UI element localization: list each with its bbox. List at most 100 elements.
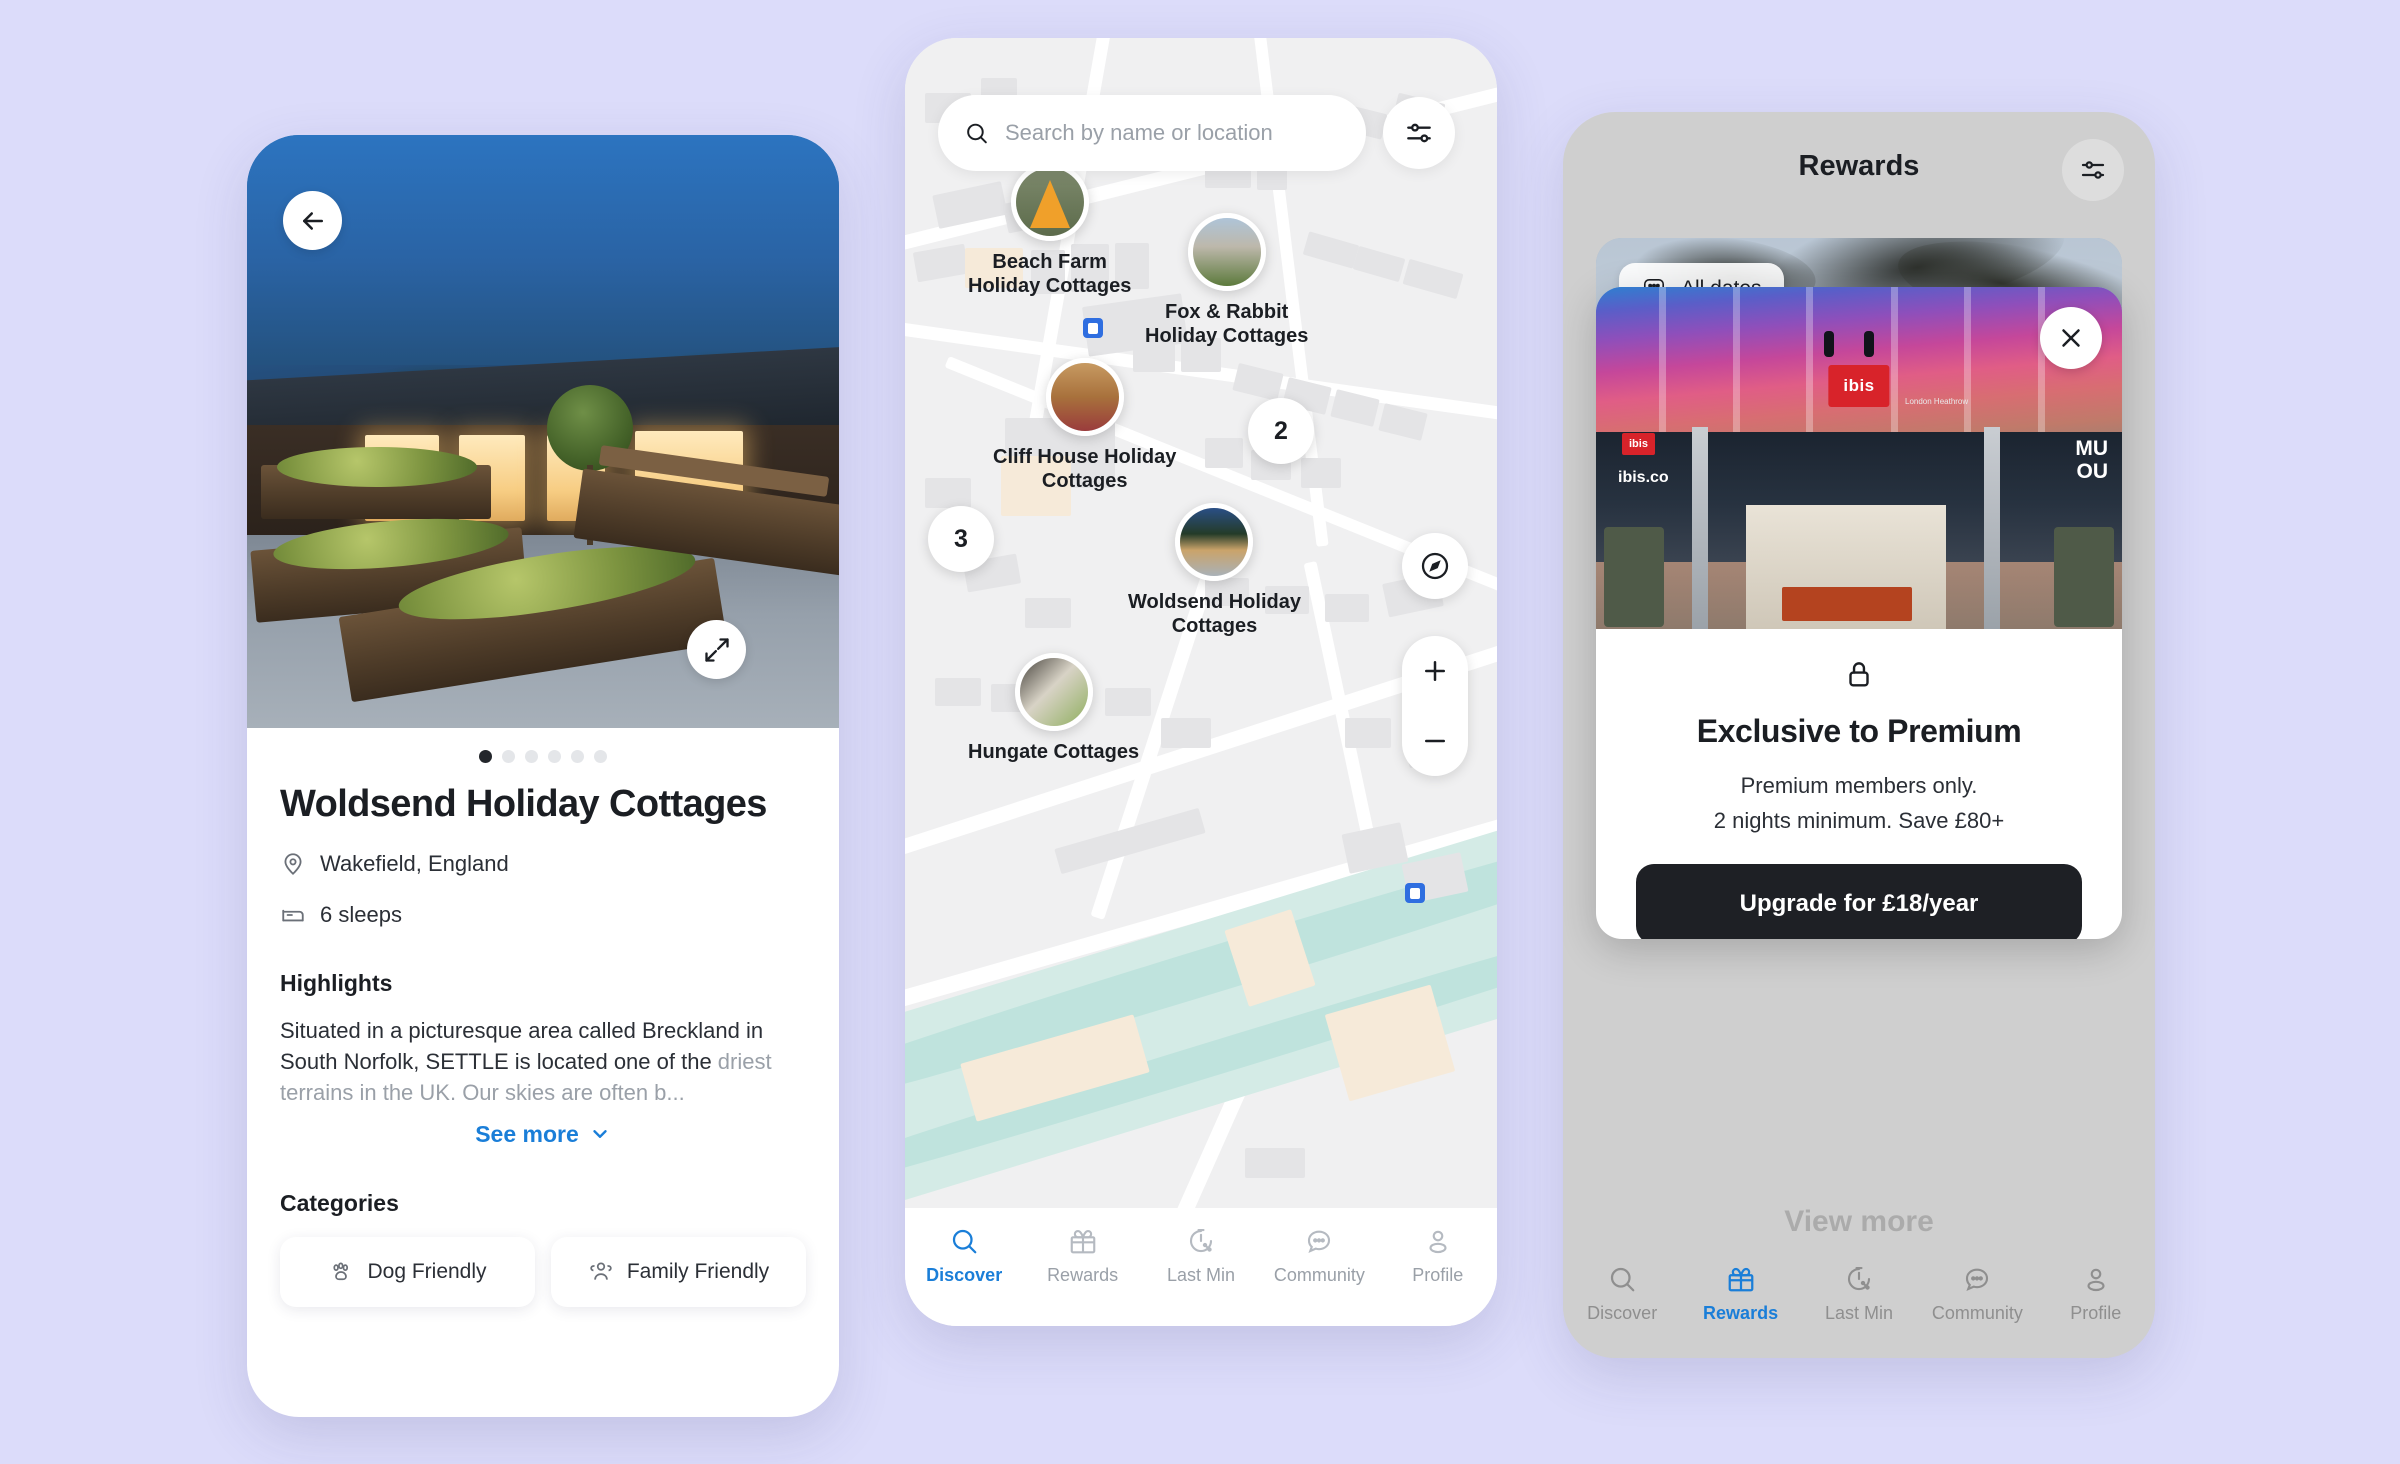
see-more-button[interactable]: See more [280, 1121, 806, 1148]
map-zoom-controls[interactable] [1402, 636, 1468, 776]
pin-label-line1: Cliff House Holiday [993, 446, 1177, 468]
gift-icon [1728, 1267, 1753, 1292]
figure-silhouette [1864, 331, 1874, 357]
pin-thumbnail [1010, 163, 1089, 241]
zoom-in-button[interactable] [1402, 636, 1468, 706]
people-icon [590, 1262, 612, 1280]
chat-bubble-icon [1308, 1230, 1331, 1253]
hotel-side-signage: MU OU [2075, 437, 2108, 484]
map-pin-fox-rabbit[interactable]: Fox & Rabbit Holiday Cottages [1145, 213, 1308, 348]
category-label: Dog Friendly [367, 1259, 487, 1283]
person-icon [1429, 1230, 1447, 1254]
expand-arrows-icon [704, 637, 729, 662]
gallery-dots[interactable] [247, 728, 839, 771]
map-pin-woldsend[interactable]: Woldsend Holiday Cottages [1128, 503, 1301, 638]
bottom-tab-bar[interactable]: Discover Rewards Last Min Community Prof… [905, 1208, 1497, 1326]
category-label: Family Friendly [626, 1259, 770, 1283]
search-bar[interactable] [938, 95, 1366, 171]
tab-discover[interactable]: Discover [1572, 1264, 1672, 1324]
expand-image-button[interactable] [687, 620, 746, 679]
filter-button[interactable] [2062, 139, 2124, 201]
search-icon [953, 1229, 977, 1254]
compass-button[interactable] [1402, 533, 1468, 599]
sliders-icon [2081, 161, 2105, 179]
pin-label-line2: Cottages [1041, 470, 1128, 492]
map-pin-cliff-house[interactable]: Cliff House Holiday Cottages [993, 358, 1176, 493]
page-title: Rewards [1798, 149, 1920, 182]
map-pin-beach-farm[interactable]: Beach Farm Holiday Cottages [968, 163, 1131, 298]
sleeps-row: 6 sleeps [280, 902, 806, 928]
cluster-count: 3 [954, 524, 968, 553]
tab-label: Community [1273, 1265, 1365, 1285]
map-cluster-badge[interactable]: 2 [1248, 398, 1314, 464]
gallery-dot[interactable] [502, 750, 515, 763]
pin-label-line1: Hungate Cottages [968, 741, 1140, 763]
premium-upsell-modal: ibis London Heathrow ibis ibis.co MUOU [1596, 287, 2122, 939]
close-button[interactable] [2040, 307, 2102, 369]
tab-label: Rewards [1703, 1303, 1779, 1323]
bed-icon [282, 909, 304, 922]
phone-rewards: Rewards All dates [1563, 112, 2155, 1358]
gift-icon [1070, 1229, 1095, 1254]
tab-rewards[interactable]: Rewards [1033, 1226, 1133, 1286]
tab-last-min[interactable]: Last Min [1809, 1264, 1909, 1324]
tab-profile[interactable]: Profile [2046, 1264, 2146, 1324]
sleeps-text: 6 sleeps [320, 902, 402, 927]
search-input[interactable] [1004, 120, 1340, 146]
gallery-dot[interactable] [594, 750, 607, 763]
ibis-small-badge: ibis [1622, 433, 1655, 455]
modal-heading: Exclusive to Premium [1696, 713, 2022, 749]
location-row: Wakefield, England [280, 851, 806, 877]
pin-label-line2: Holiday Cottages [1145, 325, 1309, 347]
search-icon [967, 123, 987, 144]
category-chip-family-friendly[interactable]: Family Friendly [551, 1236, 806, 1307]
categories-row: Dog Friendly Family Friendly [280, 1236, 806, 1307]
tab-community[interactable]: Community [1927, 1264, 2027, 1324]
zoom-out-button[interactable] [1402, 706, 1468, 776]
tab-profile[interactable]: Profile [1388, 1226, 1488, 1286]
map-pin-hungate[interactable]: Hungate Cottages [968, 653, 1139, 764]
pin-label: Hungate Cottages [968, 740, 1139, 764]
entrance-mat [1782, 587, 1912, 621]
modal-line-1: Premium members only. [1740, 773, 1978, 798]
map-cluster-badge[interactable]: 3 [928, 506, 994, 572]
tab-label: Discover [1587, 1303, 1658, 1323]
tab-label: Last Min [1824, 1303, 1893, 1323]
back-button[interactable] [283, 191, 342, 250]
gallery-dot[interactable] [548, 750, 561, 763]
pin-label: Cliff House Holiday Cottages [993, 445, 1176, 493]
tab-label: Profile [1412, 1265, 1464, 1285]
upgrade-button[interactable]: Upgrade for £18/year [1636, 864, 2082, 939]
tab-rewards[interactable]: Rewards [1691, 1264, 1791, 1324]
filter-button[interactable] [1383, 97, 1455, 169]
map-canvas[interactable]: Beach Farm Holiday Cottages Fox & Rabbit… [905, 38, 1497, 1326]
tab-label: Profile [2070, 1303, 2122, 1323]
listing-hero-image [247, 135, 839, 728]
ibis-url: ibis.co [1618, 469, 1669, 486]
modal-hotel-image: ibis London Heathrow ibis ibis.co MU OU [1596, 287, 2122, 629]
gallery-dot[interactable] [479, 750, 492, 763]
pin-thumbnail [1045, 358, 1124, 436]
phone-map-discover: Beach Farm Holiday Cottages Fox & Rabbit… [905, 38, 1497, 1326]
compass-icon [1421, 552, 1449, 580]
planter-left [1604, 527, 1664, 627]
category-chip-dog-friendly[interactable]: Dog Friendly [280, 1236, 535, 1307]
person-icon [2087, 1268, 2105, 1292]
bottom-tab-bar[interactable]: Discover Rewards Last Min Community Prof… [1563, 1248, 2155, 1358]
phone-listing-detail: Woldsend Holiday Cottages Wakefield, Eng… [247, 135, 839, 1417]
gallery-dot[interactable] [571, 750, 584, 763]
pin-label: Woldsend Holiday Cottages [1128, 590, 1301, 638]
tab-label: Discover [926, 1265, 1003, 1285]
tab-label: Rewards [1047, 1265, 1119, 1285]
arrow-left-icon [302, 211, 323, 230]
transit-stop-icon [1405, 883, 1425, 903]
tab-community[interactable]: Community [1269, 1226, 1369, 1286]
planter-right [2054, 527, 2114, 627]
tab-discover[interactable]: Discover [914, 1226, 1014, 1286]
tab-last-min[interactable]: Last Min [1151, 1226, 1251, 1286]
pin-label-line2: Holiday Cottages [968, 275, 1132, 297]
pin-label: Fox & Rabbit Holiday Cottages [1145, 300, 1308, 348]
close-icon [2062, 329, 2080, 347]
gallery-dot[interactable] [525, 750, 538, 763]
paw-icon [333, 1262, 349, 1280]
